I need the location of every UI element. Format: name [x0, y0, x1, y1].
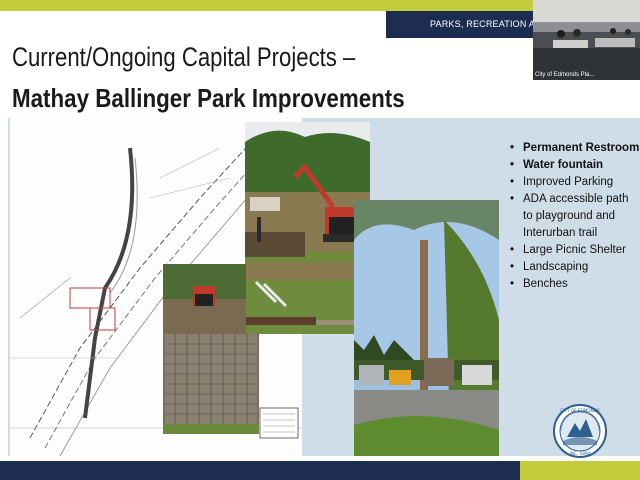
video-participant-tile[interactable]: City of Edmonds Pla...	[533, 0, 640, 80]
bullet-ada-path: ADA accessible path to playground and In…	[506, 191, 640, 242]
foundation-photo	[163, 264, 259, 434]
bullet-benches: Benches	[506, 276, 640, 293]
bullet-landscaping: Landscaping	[506, 259, 640, 276]
svg-text:INC. 1890: INC. 1890	[570, 451, 591, 456]
slide-title-line2: Mathay Ballinger Park Improvements	[12, 83, 405, 113]
bullet-water-fountain: Water fountain	[506, 157, 640, 174]
bullet-picnic-shelter: Large Picnic Shelter	[506, 242, 640, 259]
feature-bullet-list: Permanent Restroom Water fountain Improv…	[506, 140, 640, 293]
tree-site-photo	[354, 200, 499, 456]
footer-bar-navy	[0, 461, 520, 480]
video-participant-label: City of Edmonds Pla...	[535, 72, 595, 78]
bullet-permanent-restroom: Permanent Restroom	[506, 140, 640, 157]
slide-title-line1: Current/Ongoing Capital Projects –	[12, 42, 356, 72]
city-seal-logo: CITY OF EDMONDS INC. 1890	[553, 403, 607, 465]
forms-photo	[246, 262, 370, 334]
svg-text:CITY OF EDMONDS: CITY OF EDMONDS	[560, 408, 600, 413]
bullet-improved-parking: Improved Parking	[506, 174, 640, 191]
